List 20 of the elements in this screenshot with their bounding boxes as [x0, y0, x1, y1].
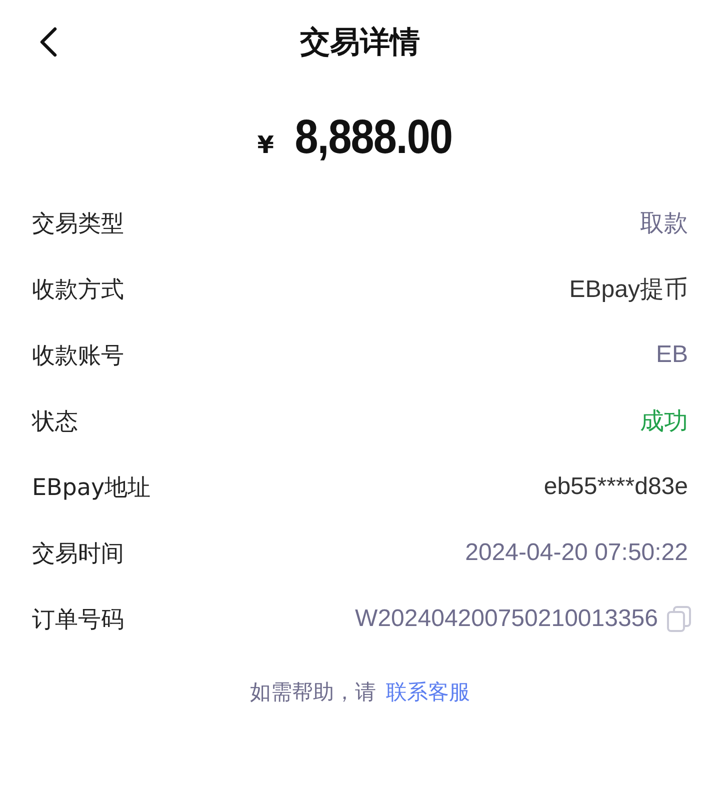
row-value: EB: [656, 341, 688, 369]
currency-symbol: ¥: [257, 131, 274, 159]
row-value: 取款: [640, 209, 688, 239]
row-label: 交易类型: [32, 210, 124, 238]
row-label: 收款账号: [32, 342, 124, 370]
row-label: 订单号码: [32, 606, 124, 634]
row-label: EBpay地址: [32, 474, 151, 502]
row-label: 交易时间: [32, 540, 124, 568]
back-icon[interactable]: [38, 26, 58, 58]
contact-support-link[interactable]: 联系客服: [386, 678, 470, 706]
row-label: 状态: [32, 408, 78, 436]
page-title: 交易详情: [300, 24, 420, 62]
row-label: 收款方式: [32, 276, 124, 304]
amount-value: 8,888.00: [294, 110, 452, 165]
row-value: 成功: [640, 407, 688, 437]
row-value: eb55****d83e: [544, 473, 688, 501]
row-value: EBpay提币: [569, 275, 688, 305]
help-text: 如需帮助，请: [250, 679, 376, 706]
row-value: W202404200750210013356: [355, 605, 658, 633]
row-value: 2024-04-20 07:50:22: [465, 539, 688, 567]
